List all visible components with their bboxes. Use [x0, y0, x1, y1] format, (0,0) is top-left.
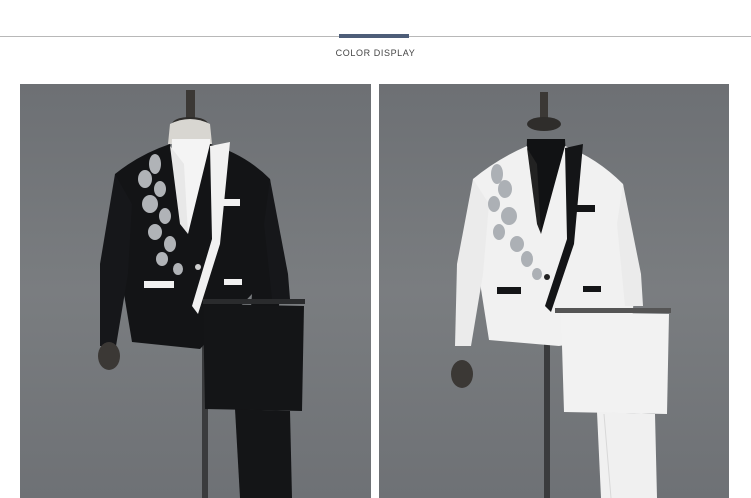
header-accent-bar [339, 34, 409, 38]
white-suit-illustration [451, 92, 671, 498]
section-title: COLOR DISPLAY [335, 48, 416, 58]
section-header: COLOR DISPLAY [0, 0, 751, 84]
product-photo-white-suit[interactable] [379, 84, 729, 498]
stand-pole [544, 324, 550, 498]
product-photo-black-suit[interactable] [20, 84, 371, 498]
black-suit-illustration [98, 90, 305, 498]
